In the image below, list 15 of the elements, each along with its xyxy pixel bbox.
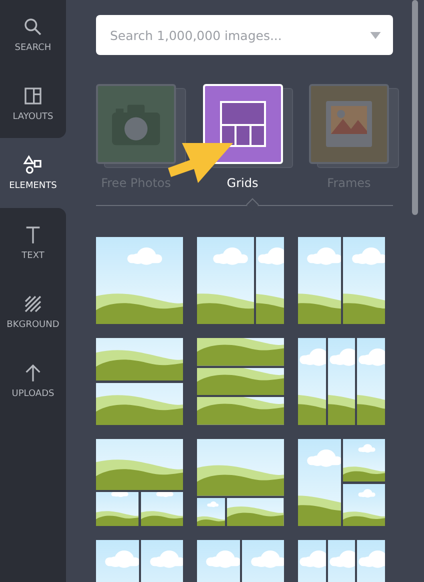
search-icon	[23, 16, 43, 36]
sidebar-item[interactable]: LAYOUTS	[0, 69, 66, 138]
layout-icon	[23, 86, 43, 106]
upload-icon	[23, 362, 43, 382]
shapes-icon	[23, 155, 43, 175]
sidebar-item[interactable]: UPLOADS	[0, 346, 66, 415]
hatch-icon	[23, 294, 43, 314]
search-field[interactable]: Search 1,000,000 images...	[96, 15, 393, 55]
grid-layout-icon	[218, 101, 266, 147]
sidebar-item[interactable]: TEXT	[0, 208, 66, 277]
sidebar-item[interactable]: SEARCH	[0, 0, 66, 69]
dropdown-caret-icon	[370, 32, 381, 39]
sidebar-item[interactable]: BKGROUND	[0, 277, 66, 346]
frame-icon	[325, 101, 373, 147]
scrollbar[interactable]	[412, 0, 418, 215]
